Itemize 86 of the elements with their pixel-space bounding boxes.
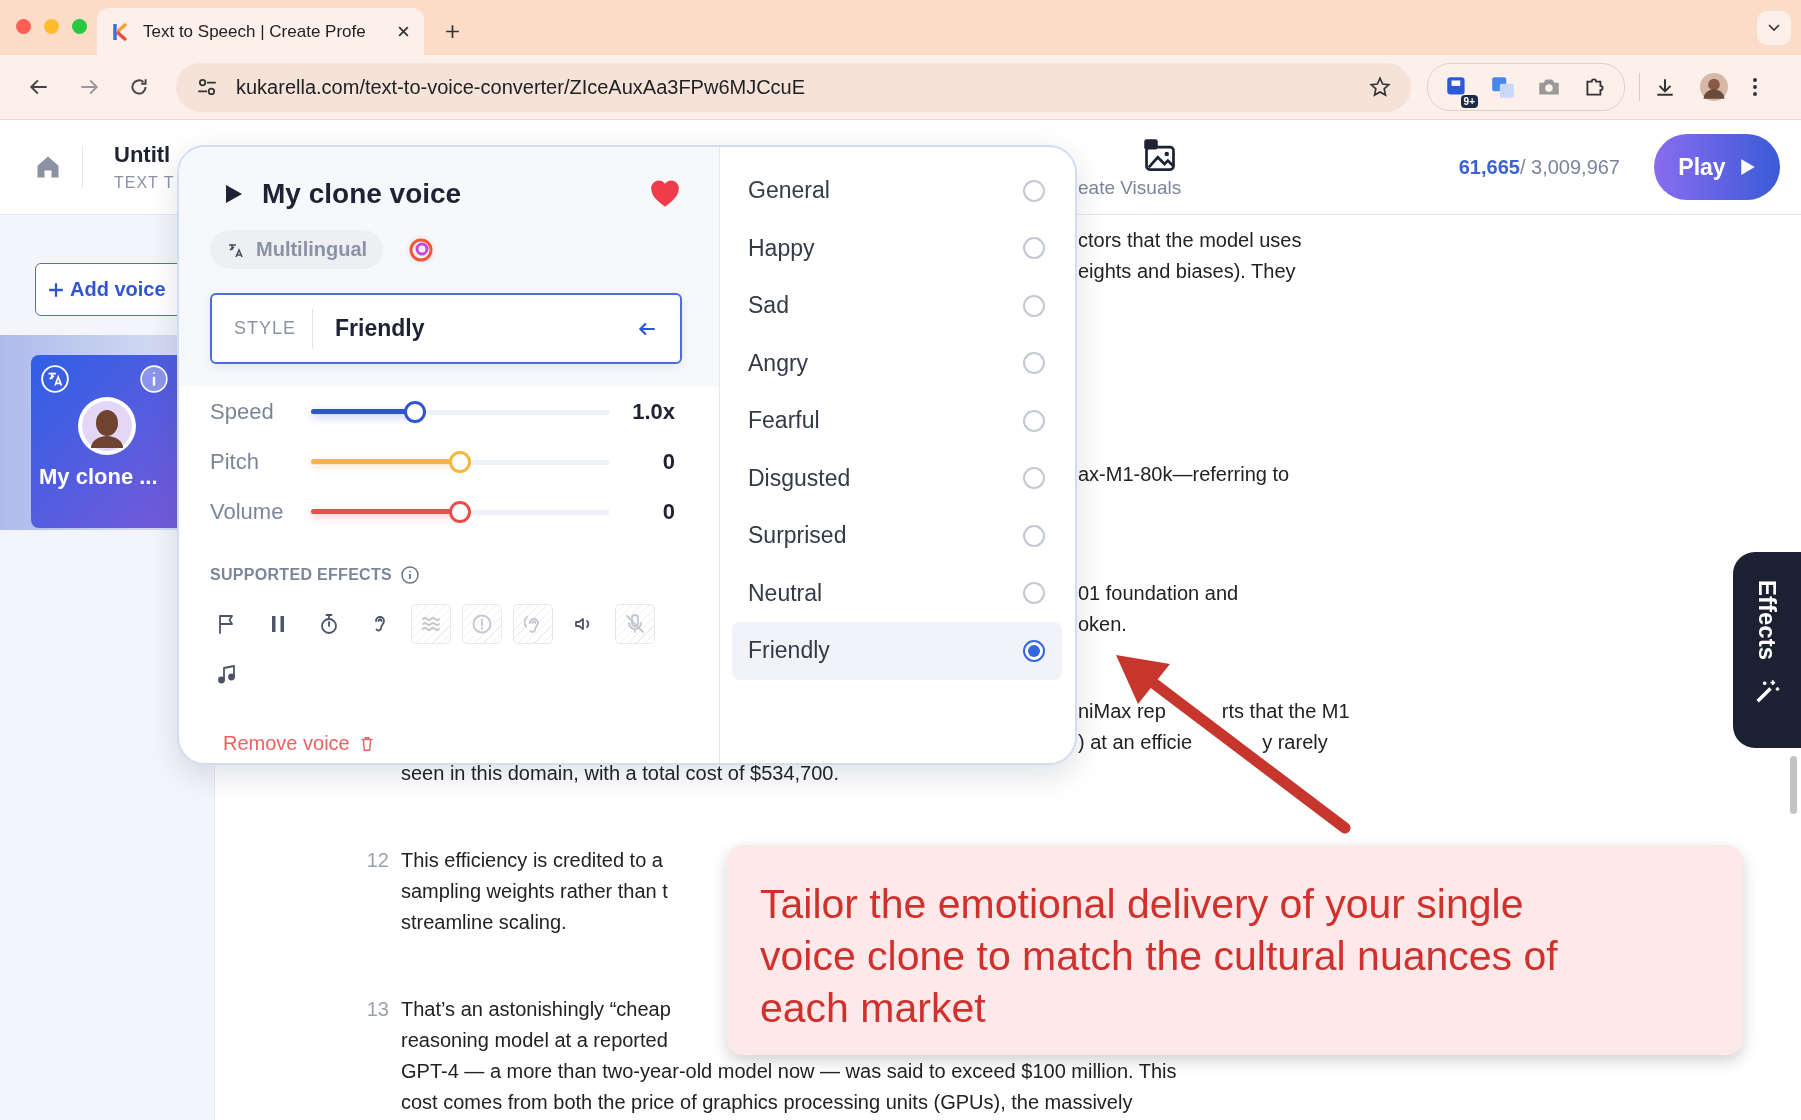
slider-label: Pitch xyxy=(210,449,260,475)
muted-mic-icon xyxy=(623,612,647,636)
heart-icon[interactable] xyxy=(650,180,680,208)
slider-thumb[interactable] xyxy=(404,401,427,423)
slider-label: Volume xyxy=(210,499,285,525)
chevron-down-icon xyxy=(1768,24,1780,32)
text-fragment: y rarely xyxy=(1262,730,1328,755)
download-icon[interactable] xyxy=(1654,76,1676,98)
text-line: sampling weights rather than t xyxy=(401,879,668,904)
radio-button[interactable] xyxy=(1022,178,1046,203)
spiral-logo-icon xyxy=(405,233,438,266)
radio-button[interactable] xyxy=(1022,236,1046,261)
tab-menu-button[interactable] xyxy=(1757,11,1791,45)
radio-button[interactable] xyxy=(1022,581,1046,606)
text-line: oken. xyxy=(1078,612,1127,637)
line-number: 12 xyxy=(365,848,389,873)
style-option[interactable]: Friendly xyxy=(732,622,1062,680)
radio-button[interactable] xyxy=(1022,351,1046,376)
text-fragment: rts that the M1 xyxy=(1221,699,1350,724)
text-fragment: ) at an efficie xyxy=(1078,730,1193,755)
text-line: ax-M1-80k—referring to xyxy=(1078,462,1290,487)
text-line: eights and biases). They xyxy=(1078,259,1296,284)
slider-value: 1.0x xyxy=(631,399,675,425)
browser-tab[interactable]: Text to Speech | Create Profe xyxy=(97,8,424,55)
style-option[interactable]: Fearful xyxy=(732,392,1062,450)
create-visuals-tool[interactable]: eate Visuals xyxy=(1078,135,1182,199)
radio-button[interactable] xyxy=(1022,293,1046,318)
menu-icon[interactable] xyxy=(1752,77,1758,97)
slider-label: Speed xyxy=(210,399,275,425)
line-number: 13 xyxy=(365,997,389,1022)
radio-button[interactable] xyxy=(1022,638,1046,663)
text-line: GPT-4 — a more than two-year-old model now — was said to exceed $100 million. This xyxy=(401,1059,1177,1084)
radio-button[interactable] xyxy=(1022,523,1046,548)
style-option[interactable]: Happy xyxy=(732,219,1062,277)
section-heading: SUPPORTED EFFECTS xyxy=(210,566,392,584)
text-line: streamline scaling. xyxy=(401,910,567,935)
slider-value: 0 xyxy=(661,499,675,525)
reload-icon[interactable] xyxy=(128,76,150,98)
text-line: seen in this domain, with a total cost of $534,700. xyxy=(401,761,840,786)
style-option[interactable]: Neutral xyxy=(732,564,1062,622)
image-icon xyxy=(1141,137,1178,173)
play-icon[interactable] xyxy=(224,183,244,205)
scrollbar[interactable] xyxy=(1790,756,1797,814)
document-title[interactable]: Untitl xyxy=(114,142,175,168)
avatar xyxy=(77,396,137,456)
translate-extension-icon[interactable] xyxy=(1490,74,1516,100)
character-count: 61,665/ 3,009,967 xyxy=(1458,155,1620,179)
effects-tab[interactable]: Effects xyxy=(1733,552,1801,748)
slider-value: 0 xyxy=(661,449,675,475)
profile-avatar[interactable] xyxy=(1700,73,1728,101)
style-option[interactable]: General xyxy=(732,162,1062,220)
style-option[interactable]: Disgusted xyxy=(732,449,1062,507)
text-line: This efficiency is credited to a xyxy=(401,848,663,873)
new-tab-icon[interactable] xyxy=(444,23,461,40)
style-option[interactable]: Angry xyxy=(732,334,1062,392)
plus-icon xyxy=(48,281,64,298)
close-icon[interactable] xyxy=(397,25,410,38)
multilingual-tag: Multilingual xyxy=(210,230,384,269)
text-line: cost comes from both the price of graphics processing units (GPUs), the massively xyxy=(401,1090,1133,1115)
alert-icon xyxy=(470,612,494,636)
site-settings-icon[interactable] xyxy=(196,76,218,98)
text-line: reasoning model at a reported xyxy=(401,1028,668,1053)
extension-badge: 9+ xyxy=(1460,95,1478,108)
text-line: ctors that the model uses xyxy=(1078,228,1302,253)
text-line: 01 foundation and xyxy=(1078,581,1239,606)
play-icon xyxy=(1739,158,1756,176)
address-bar[interactable]: kukarella.com/text-to-voice-converter/ZIceAuxAa3FPw6MJCcuE xyxy=(176,62,1411,112)
info-icon[interactable] xyxy=(400,565,420,585)
style-option[interactable]: Surprised xyxy=(732,507,1062,565)
voice-title: My clone voice xyxy=(262,178,462,210)
radio-button[interactable] xyxy=(1022,466,1046,491)
play-button[interactable]: Play xyxy=(1654,134,1780,200)
text-fragment: niMax rep xyxy=(1078,699,1166,724)
style-selector[interactable]: STYLE Friendly xyxy=(210,293,682,364)
slider-thumb[interactable] xyxy=(449,501,471,523)
document-type: TEXT T xyxy=(114,174,175,192)
radio-button[interactable] xyxy=(1022,408,1046,433)
url-text: kukarella.com/text-to-voice-converter/ZIceAuxAa3FPw6MJCcuE xyxy=(236,75,807,99)
translate-icon xyxy=(40,364,70,394)
voice-name: My clone ... xyxy=(39,464,158,490)
text-line: That’s an astonishingly “cheap xyxy=(401,997,671,1022)
bookmark-star-icon[interactable] xyxy=(1369,76,1391,98)
style-option[interactable]: Sad xyxy=(732,277,1062,335)
callout-text: Tailor the emotional delivery of your single voice clone to match the cultural nuances of each market xyxy=(760,880,1559,1033)
close-window-button[interactable] xyxy=(16,19,31,34)
slider-thumb[interactable] xyxy=(449,451,471,473)
